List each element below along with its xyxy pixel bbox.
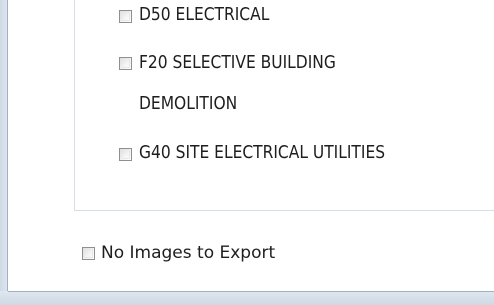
dialog-content: D50 ELECTRICAL F20 SELECTIVE BUILDING DE… bbox=[9, 0, 494, 290]
checkbox-d50-electrical[interactable] bbox=[119, 10, 132, 23]
checkbox-f20-selective-building-demolition[interactable] bbox=[119, 57, 132, 70]
checkbox-no-images-to-export[interactable] bbox=[82, 247, 95, 260]
checkbox-label-f20-line1: F20 SELECTIVE BUILDING bbox=[139, 52, 336, 73]
checkbox-label-f20-line2: DEMOLITION bbox=[139, 93, 238, 114]
checkbox-label-d50-electrical: D50 ELECTRICAL bbox=[139, 4, 270, 25]
checkbox-g40-site-electrical-utilities[interactable] bbox=[119, 148, 132, 161]
categories-groupbox bbox=[74, 0, 494, 211]
window-bottom-border bbox=[0, 291, 494, 305]
checkbox-label-g40: G40 SITE ELECTRICAL UTILITIES bbox=[139, 142, 386, 163]
checkbox-label-no-images: No Images to Export bbox=[101, 243, 276, 263]
window-left-border bbox=[0, 0, 8, 305]
